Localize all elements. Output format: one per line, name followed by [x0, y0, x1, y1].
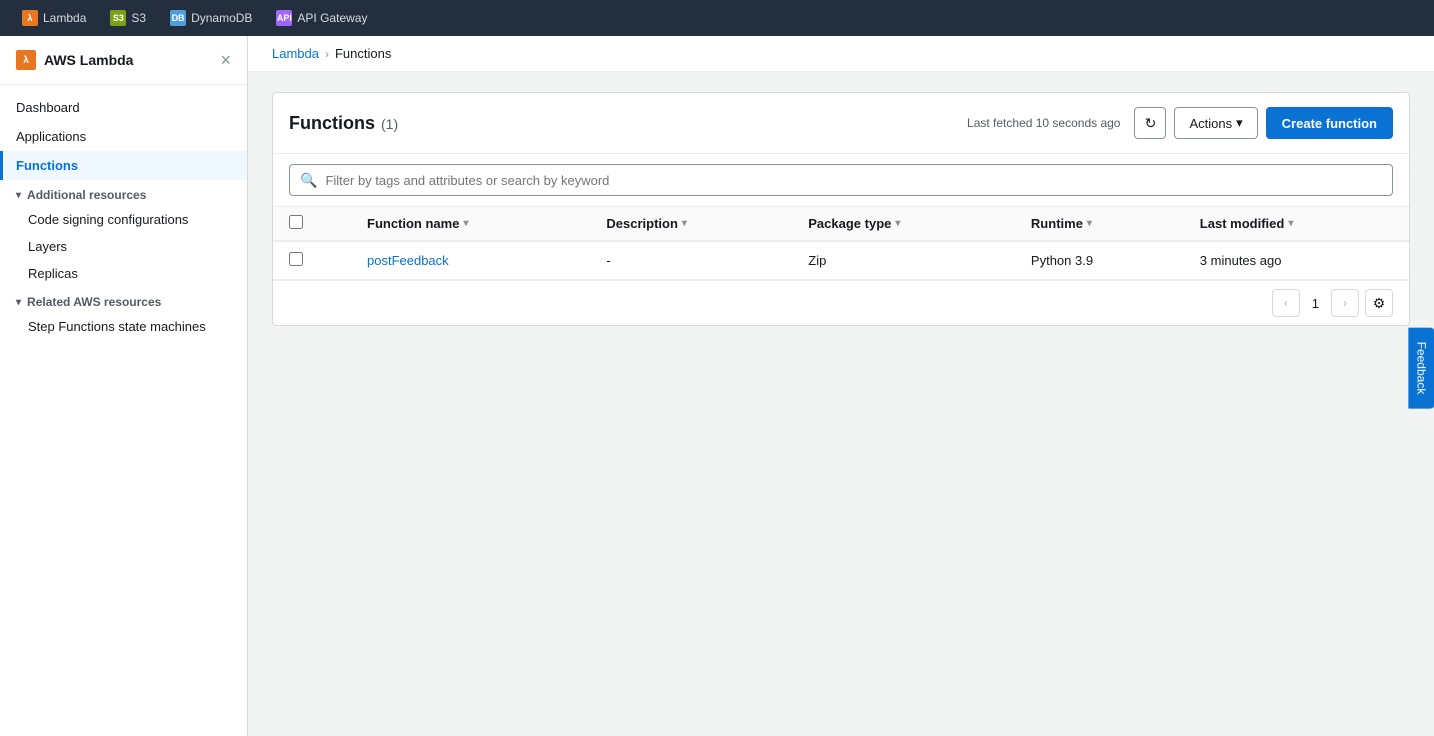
- row-checkbox[interactable]: [289, 252, 303, 266]
- content-area: Lambda › Functions Functions (1) Last fe…: [248, 36, 1434, 736]
- sort-icon-package-type: ▾: [895, 218, 900, 229]
- sidebar-close-button[interactable]: ×: [220, 51, 231, 69]
- sidebar-nav: Dashboard Applications Functions ▾ Addit…: [0, 85, 247, 348]
- search-icon: 🔍: [300, 172, 317, 189]
- sidebar-item-code-signing[interactable]: Code signing configurations: [0, 206, 247, 233]
- sidebar-item-applications[interactable]: Applications: [0, 122, 247, 151]
- pagination-area: ‹ 1 › ⚙: [273, 280, 1409, 325]
- service-tab-dynamodb-label: DynamoDB: [191, 11, 252, 25]
- col-function-name[interactable]: Function name ▾: [351, 207, 590, 241]
- table-title: Functions: [289, 113, 375, 134]
- pagination-settings-button[interactable]: ⚙: [1365, 289, 1393, 317]
- table-row: postFeedback - Zip Python 3.9 3 minutes …: [273, 241, 1409, 280]
- search-bar: 🔍: [273, 154, 1409, 207]
- related-aws-resources-label: Related AWS resources: [27, 295, 161, 309]
- pagination-current-page: 1: [1306, 296, 1325, 311]
- pagination-next-button[interactable]: ›: [1331, 289, 1359, 317]
- col-last-modified[interactable]: Last modified ▾: [1184, 207, 1409, 241]
- chevron-down-icon: ▾: [16, 190, 21, 201]
- actions-button[interactable]: Actions ▾: [1174, 107, 1257, 139]
- table-header: Functions (1) Last fetched 10 seconds ag…: [273, 93, 1409, 154]
- sidebar-section-related-aws-resources[interactable]: ▾ Related AWS resources: [0, 287, 247, 313]
- refresh-button[interactable]: ↻: [1134, 107, 1166, 139]
- sidebar-logo-area: λ AWS Lambda: [16, 50, 133, 70]
- service-tab-s3[interactable]: S3 S3: [100, 4, 156, 32]
- breadcrumb-lambda-link[interactable]: Lambda: [272, 46, 319, 61]
- search-input-wrapper: 🔍: [289, 164, 1393, 196]
- table-header-row: Function name ▾ Description ▾: [273, 207, 1409, 241]
- select-all-checkbox[interactable]: [289, 215, 303, 229]
- breadcrumb-functions-current: Functions: [335, 46, 391, 61]
- sidebar-section-additional-resources[interactable]: ▾ Additional resources: [0, 180, 247, 206]
- create-function-label: Create function: [1282, 116, 1377, 131]
- lambda-icon: λ: [22, 10, 38, 26]
- s3-icon: S3: [110, 10, 126, 26]
- sidebar-header: λ AWS Lambda ×: [0, 36, 247, 85]
- col-description[interactable]: Description ▾: [590, 207, 792, 241]
- functions-data-table: Function name ▾ Description ▾: [273, 207, 1409, 280]
- star-column: [319, 207, 351, 241]
- sort-icon-function-name: ▾: [463, 218, 468, 229]
- chevron-down-icon-2: ▾: [16, 297, 21, 308]
- actions-chevron-icon: ▾: [1236, 115, 1243, 131]
- postfeedback-link[interactable]: postFeedback: [367, 253, 449, 268]
- sort-icon-runtime: ▾: [1087, 218, 1092, 229]
- service-tab-api-gateway[interactable]: API API Gateway: [266, 4, 377, 32]
- row-star-cell: [319, 241, 351, 280]
- service-tab-s3-label: S3: [131, 11, 146, 25]
- search-input[interactable]: [325, 173, 1382, 188]
- service-bar: λ Lambda S3 S3 DB DynamoDB API API Gatew…: [0, 0, 1434, 36]
- col-package-type[interactable]: Package type ▾: [792, 207, 1015, 241]
- breadcrumb-separator: ›: [325, 47, 329, 61]
- row-description-cell: -: [590, 241, 792, 280]
- sidebar-item-dashboard[interactable]: Dashboard: [0, 93, 247, 122]
- table-title-area: Functions (1): [289, 113, 398, 134]
- col-runtime[interactable]: Runtime ▾: [1015, 207, 1184, 241]
- breadcrumb: Lambda › Functions: [248, 36, 1434, 72]
- sidebar-item-layers[interactable]: Layers: [0, 233, 247, 260]
- row-function-name-cell: postFeedback: [351, 241, 590, 280]
- service-tab-lambda[interactable]: λ Lambda: [12, 4, 96, 32]
- service-tab-lambda-label: Lambda: [43, 11, 86, 25]
- sidebar-item-step-functions[interactable]: Step Functions state machines: [0, 313, 247, 340]
- table-actions: Last fetched 10 seconds ago ↻ Actions ▾ …: [967, 107, 1393, 139]
- dynamodb-icon: DB: [170, 10, 186, 26]
- sidebar-item-functions[interactable]: Functions: [0, 151, 247, 180]
- sort-icon-last-modified: ▾: [1288, 218, 1293, 229]
- api-gateway-icon: API: [276, 10, 292, 26]
- functions-table-card: Functions (1) Last fetched 10 seconds ag…: [272, 92, 1410, 326]
- refresh-icon: ↻: [1145, 115, 1157, 132]
- pagination-prev-button[interactable]: ‹: [1272, 289, 1300, 317]
- sidebar-lambda-icon: λ: [16, 50, 36, 70]
- page-content: Functions (1) Last fetched 10 seconds ag…: [248, 72, 1434, 346]
- sidebar: λ AWS Lambda × Dashboard Applications Fu…: [0, 36, 248, 736]
- sidebar-item-replicas[interactable]: Replicas: [0, 260, 247, 287]
- sidebar-title: AWS Lambda: [44, 52, 133, 68]
- create-function-button[interactable]: Create function: [1266, 107, 1393, 139]
- service-tab-api-label: API Gateway: [297, 11, 367, 25]
- select-all-column[interactable]: [273, 207, 319, 241]
- service-tab-dynamodb[interactable]: DB DynamoDB: [160, 4, 262, 32]
- table-count: (1): [381, 116, 398, 132]
- last-fetched-label: Last fetched 10 seconds ago: [967, 116, 1120, 130]
- row-last-modified-cell: 3 minutes ago: [1184, 241, 1409, 280]
- sort-icon-description: ▾: [682, 218, 687, 229]
- row-package-type-cell: Zip: [792, 241, 1015, 280]
- row-checkbox-cell[interactable]: [273, 241, 319, 280]
- main-layout: λ AWS Lambda × Dashboard Applications Fu…: [0, 36, 1434, 736]
- row-runtime-cell: Python 3.9: [1015, 241, 1184, 280]
- feedback-button[interactable]: Feedback: [1409, 328, 1434, 409]
- additional-resources-label: Additional resources: [27, 188, 146, 202]
- actions-label: Actions: [1189, 116, 1232, 131]
